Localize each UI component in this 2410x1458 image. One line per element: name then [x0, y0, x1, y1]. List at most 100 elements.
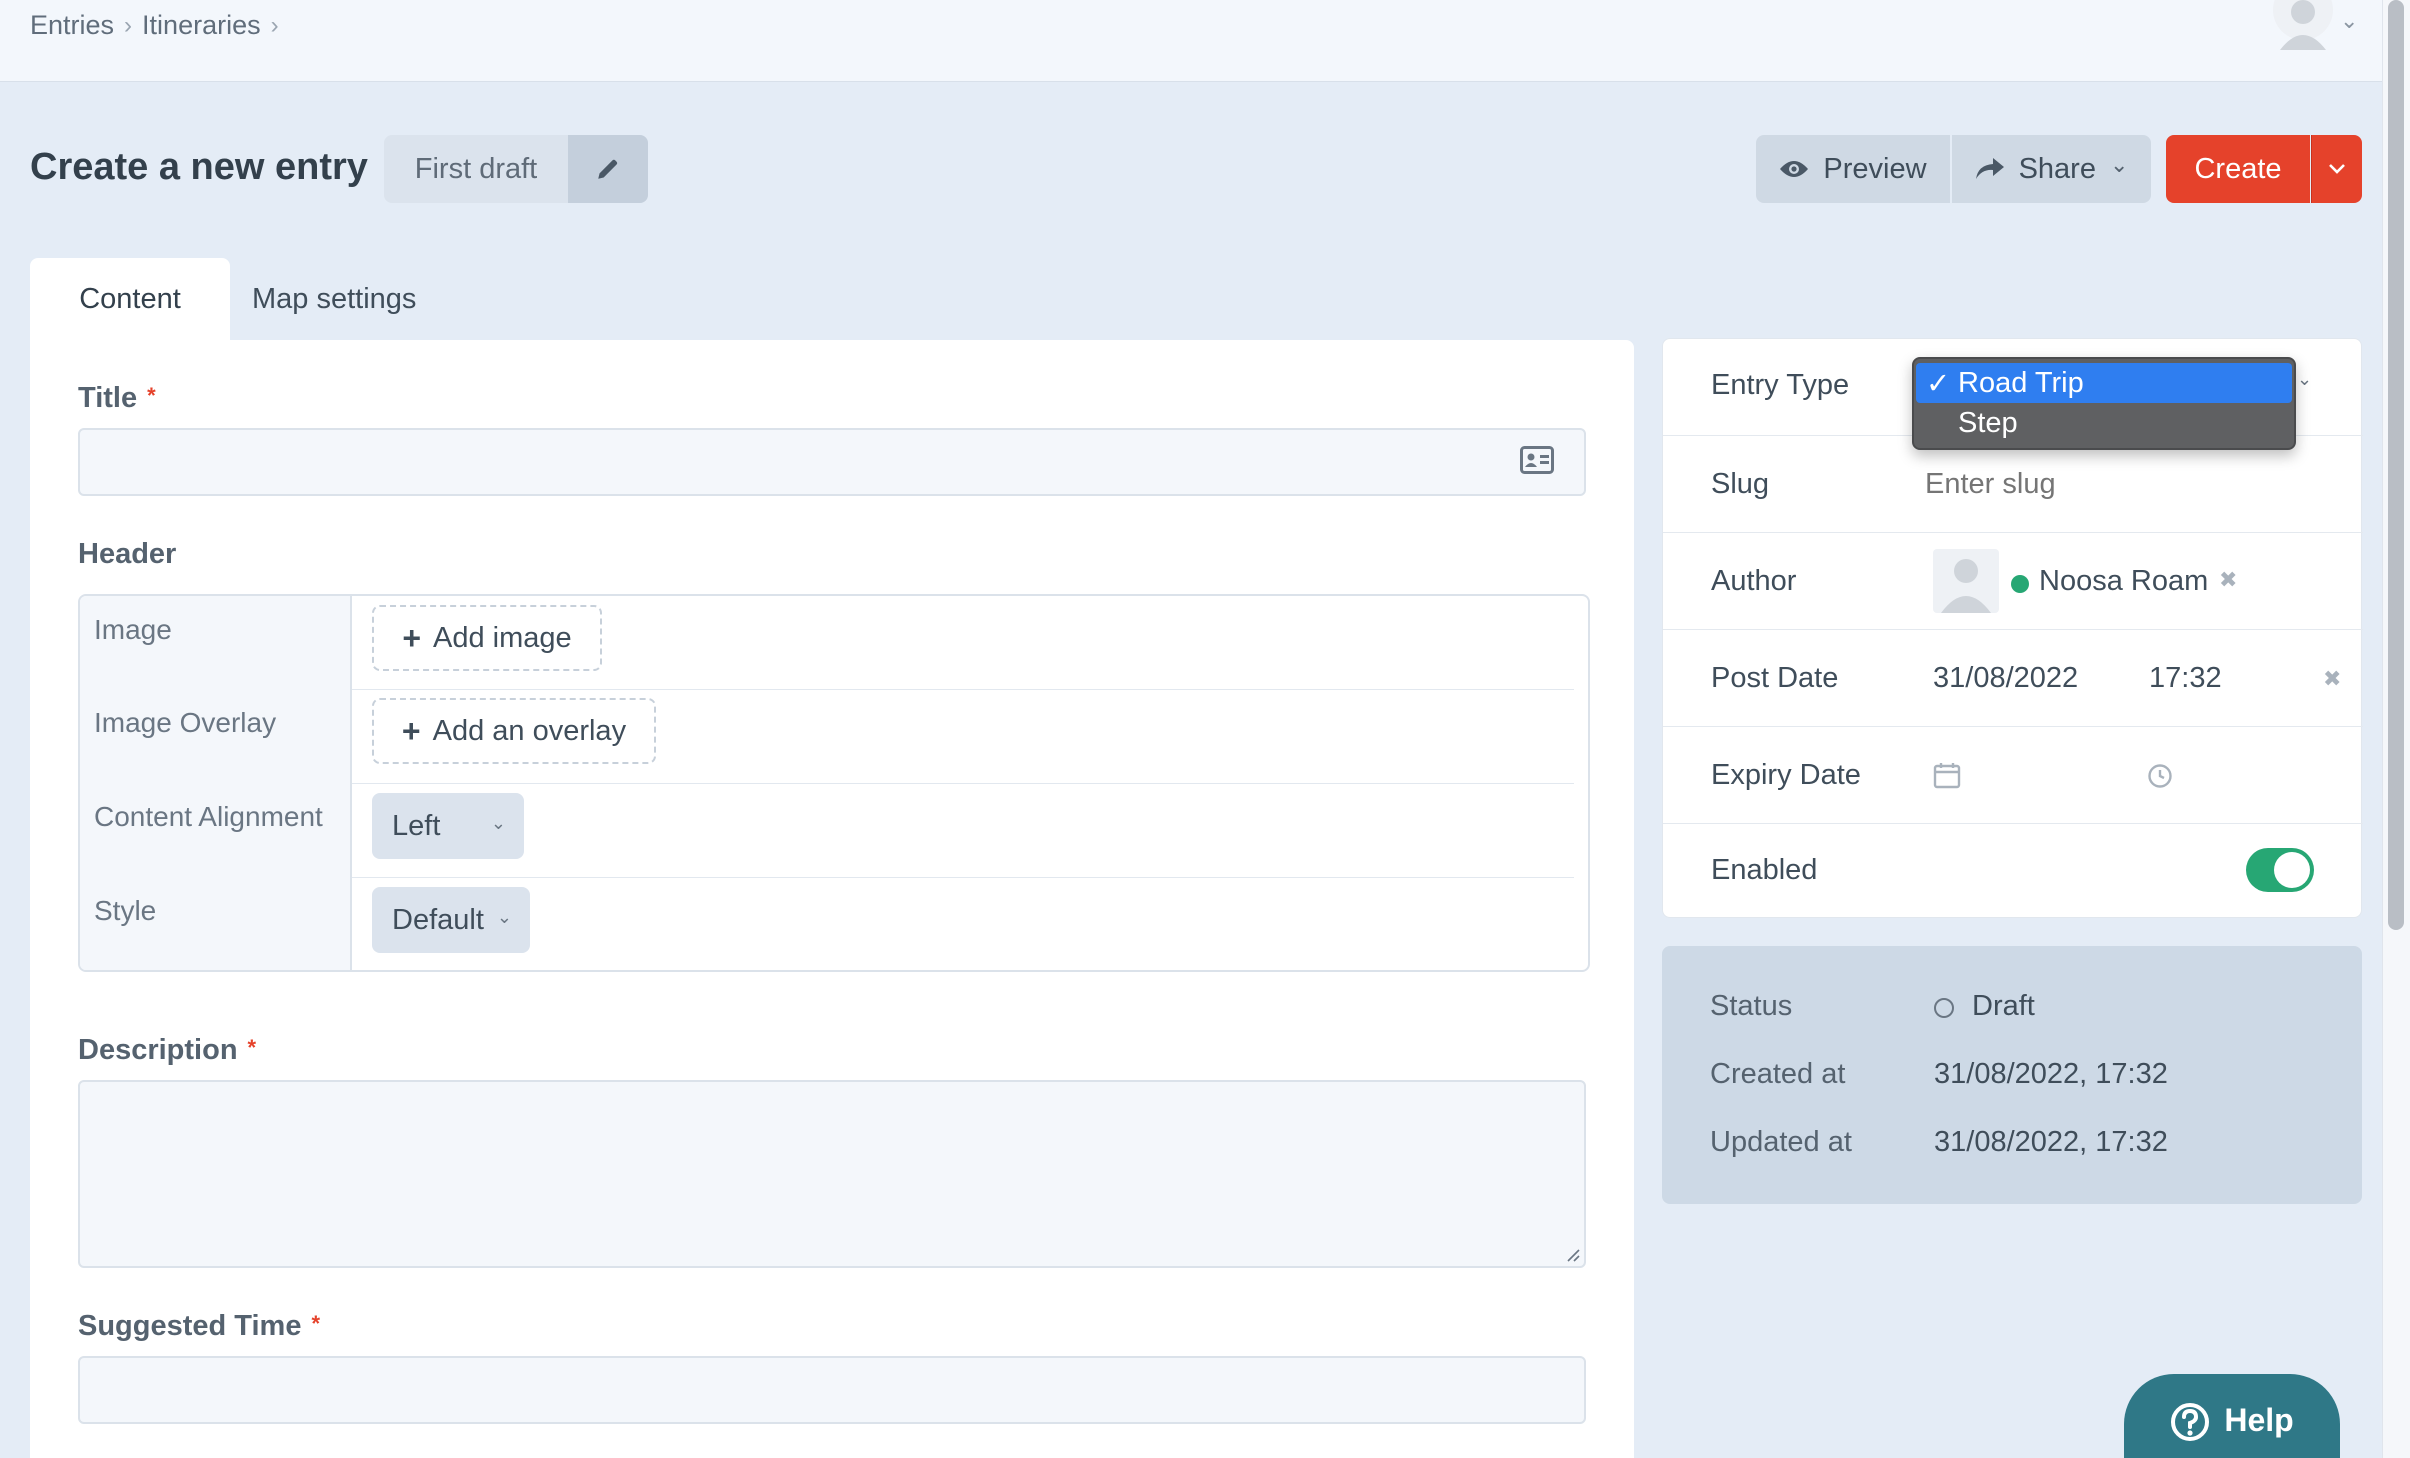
expiry-date-row: Expiry Date	[1663, 727, 2363, 824]
row-divider	[352, 877, 1574, 878]
suggested-time-field-label: Suggested Time *	[78, 1310, 320, 1343]
style-select[interactable]: Default ⌄	[372, 887, 530, 953]
content-alignment-value: Left	[392, 809, 441, 842]
chevron-down-icon: ⌄	[496, 906, 512, 927]
preview-button[interactable]: Preview	[1756, 135, 1950, 203]
top-bar	[0, 0, 2382, 82]
question-circle-icon	[2171, 1403, 2210, 1441]
enabled-toggle[interactable]	[2246, 848, 2314, 892]
online-status-icon	[2011, 575, 2029, 593]
draft-status-icon	[1934, 998, 1954, 1018]
chevron-down-icon: ⌄	[2109, 152, 2129, 177]
chevron-down-icon: ⌄	[490, 812, 506, 833]
author-name[interactable]: Noosa Roam	[2039, 565, 2208, 598]
add-image-label: Add image	[433, 621, 572, 654]
status-value: Draft	[1972, 990, 2035, 1022]
id-card-icon[interactable]	[1520, 446, 1554, 479]
content-alignment-select[interactable]: Left ⌄	[372, 793, 524, 859]
help-label: Help	[2224, 1402, 2294, 1438]
title-field-label: Title *	[78, 382, 156, 415]
breadcrumb-entries[interactable]: Entries	[30, 10, 114, 41]
suggested-time-input[interactable]	[78, 1356, 1586, 1424]
breadcrumb-separator-icon: ›	[270, 11, 279, 39]
chevron-down-icon	[2329, 164, 2345, 174]
title-label-text: Title	[78, 382, 138, 414]
share-button[interactable]: Share ⌄	[1952, 135, 2151, 203]
edit-draft-name-button[interactable]	[568, 135, 648, 203]
updated-at-label: Updated at	[1710, 1126, 1852, 1158]
style-value: Default	[392, 903, 484, 936]
row-divider	[352, 783, 1574, 784]
slug-row: Slug	[1663, 436, 2363, 533]
entry-type-dropdown[interactable]: ✓ Road Trip Step	[1912, 357, 2296, 450]
plus-icon: +	[401, 712, 421, 749]
post-time-value[interactable]: 17:32	[2149, 662, 2222, 695]
slug-input[interactable]	[1925, 456, 2325, 512]
option-label: Road Trip	[1958, 366, 2084, 399]
header-matrix: Image + Add image Image Overlay + Add an…	[78, 594, 1590, 972]
eye-icon	[1780, 161, 1809, 177]
chevron-down-icon[interactable]: ⌄	[2297, 369, 2312, 390]
content-alignment-row-label: Content Alignment	[94, 801, 323, 832]
draft-name-label: First draft	[384, 135, 568, 203]
header-field-label: Header	[78, 538, 177, 570]
checkmark-icon: ✓	[1926, 367, 1951, 400]
row-divider	[352, 689, 1574, 690]
breadcrumb: Entries › Itineraries ›	[30, 10, 279, 41]
plus-icon: +	[402, 619, 422, 656]
user-avatar[interactable]	[2272, 0, 2334, 50]
enabled-label: Enabled	[1711, 854, 1818, 886]
clock-icon[interactable]	[2147, 763, 2173, 794]
preview-label: Preview	[1823, 152, 1927, 185]
scrollbar-thumb[interactable]	[2388, 0, 2404, 930]
entry-type-option-step[interactable]: Step	[1916, 403, 2292, 443]
suggested-time-label-text: Suggested Time	[78, 1310, 302, 1342]
image-overlay-row-label: Image Overlay	[94, 707, 277, 738]
author-avatar	[1933, 549, 1999, 613]
post-date-row: Post Date 31/08/2022 17:32 ✖	[1663, 630, 2363, 727]
clear-post-date-icon[interactable]: ✖	[2323, 666, 2341, 692]
post-date-label: Post Date	[1711, 662, 1839, 694]
description-textarea[interactable]	[78, 1080, 1586, 1268]
image-row-label: Image	[94, 614, 172, 645]
status-label: Status	[1710, 990, 1793, 1022]
add-image-button[interactable]: + Add image	[372, 605, 602, 671]
share-label: Share	[2018, 152, 2096, 185]
expiry-date-label: Expiry Date	[1711, 759, 1861, 791]
updated-at-value: 31/08/2022, 17:32	[1934, 1126, 2168, 1158]
entry-type-option-road-trip[interactable]: ✓ Road Trip	[1916, 363, 2292, 403]
resize-handle-icon[interactable]	[1566, 1248, 1580, 1262]
breadcrumb-itineraries[interactable]: Itineraries	[142, 10, 261, 41]
slug-label: Slug	[1711, 468, 1770, 500]
remove-author-icon[interactable]: ✖	[2219, 567, 2237, 593]
create-options-button[interactable]	[2311, 135, 2362, 203]
option-label: Step	[1958, 406, 2018, 439]
tab-content[interactable]: Content	[30, 258, 230, 340]
created-at-label: Created at	[1710, 1058, 1846, 1090]
share-arrow-icon	[1975, 158, 2004, 179]
required-marker: *	[147, 383, 156, 408]
add-overlay-button[interactable]: + Add an overlay	[372, 698, 656, 764]
tab-map-settings[interactable]: Map settings	[252, 258, 416, 340]
add-overlay-label: Add an overlay	[432, 714, 627, 747]
description-field-label: Description *	[78, 1034, 256, 1067]
status-card: Status Draft Created at 31/08/2022, 17:3…	[1662, 946, 2362, 1204]
author-row: Author Noosa Roam ✖	[1663, 533, 2363, 630]
post-date-value[interactable]: 31/08/2022	[1933, 662, 2078, 695]
pencil-icon	[598, 159, 618, 179]
style-row-label: Style	[94, 895, 157, 926]
created-at-value: 31/08/2022, 17:32	[1934, 1058, 2168, 1090]
breadcrumb-separator-icon: ›	[124, 11, 133, 39]
title-input[interactable]	[78, 428, 1586, 496]
required-marker: *	[247, 1035, 257, 1060]
description-label-text: Description	[78, 1034, 238, 1066]
chevron-down-icon[interactable]: ⌄	[2340, 8, 2358, 34]
required-marker: *	[311, 1311, 321, 1336]
entry-type-label: Entry Type	[1711, 369, 1850, 401]
page-title: Create a new entry	[30, 146, 368, 188]
toggle-knob	[2274, 852, 2310, 888]
help-button[interactable]: Help	[2124, 1374, 2340, 1458]
author-label: Author	[1711, 565, 1797, 597]
create-button[interactable]: Create	[2166, 135, 2310, 203]
calendar-icon[interactable]	[1933, 761, 1961, 794]
